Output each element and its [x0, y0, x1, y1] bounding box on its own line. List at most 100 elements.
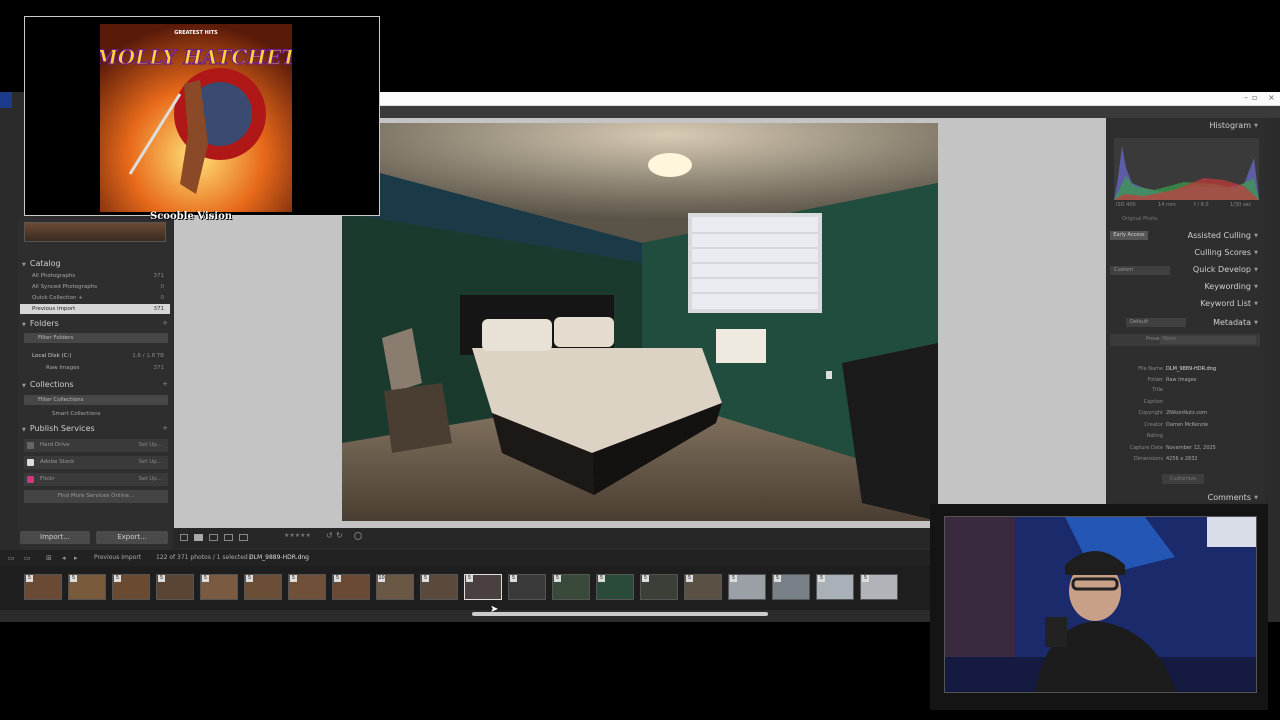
filmstrip-thumbnail[interactable]: 5	[24, 574, 62, 600]
filmstrip-thumbnail[interactable]: 5	[200, 574, 238, 600]
thumbnail-badge: 10	[378, 575, 385, 582]
metadata-title[interactable]: Title	[1114, 385, 1259, 395]
service-hard-drive[interactable]: Hard Drive Set Up...	[24, 439, 168, 452]
catalog-item-synced[interactable]: All Synced Photographs 0	[20, 282, 170, 292]
collapse-triangle-icon: ▼	[22, 383, 26, 389]
service-flickr[interactable]: Flickr Set Up...	[24, 473, 168, 486]
filmstrip-scrollbar[interactable]	[472, 612, 768, 616]
metadata-creator[interactable]: Creator Darren McKenzie	[1114, 420, 1259, 430]
survey-view-icon[interactable]	[224, 534, 233, 541]
thumbnail-badge: 5	[70, 575, 77, 582]
filmstrip-thumbnail[interactable]: 5	[728, 574, 766, 600]
catalog-header[interactable]: ▼ Catalog	[18, 257, 172, 270]
filmstrip-thumbnail[interactable]: 5	[596, 574, 634, 600]
metadata-capture-date[interactable]: Capture Date November 12, 2025	[1114, 443, 1259, 453]
metadata-file-name[interactable]: File Name DLM_9889-HDR.dng	[1114, 364, 1259, 374]
loupe-view-icon[interactable]	[194, 534, 203, 541]
keywording-header[interactable]: Keywording ▼	[1106, 280, 1261, 294]
filmstrip-thumbnail[interactable]: 5	[332, 574, 370, 600]
filmstrip-thumbnail[interactable]: 5	[860, 574, 898, 600]
find-more-services-button[interactable]: Find More Services Online...	[24, 490, 168, 503]
album-title-text: MOLLY HATCHET	[100, 45, 292, 69]
grid-icon[interactable]: ⊞	[46, 550, 52, 566]
filmstrip-source[interactable]: Previous Import	[94, 550, 141, 566]
add-folder-icon[interactable]: +	[162, 317, 168, 330]
desktop-file-icon[interactable]	[0, 92, 12, 108]
forward-arrow-icon[interactable]: ▸	[74, 550, 78, 566]
album-cover-art: GREATEST HITS MOLLY HATCHET	[100, 24, 292, 212]
filmstrip-thumbnail[interactable]: 5	[772, 574, 810, 600]
publish-services-header[interactable]: ▼ Publish Services +	[18, 422, 172, 435]
preset-select[interactable]: None	[1160, 336, 1256, 344]
service-adobe-stock[interactable]: Adobe Stock Set Up...	[24, 456, 168, 469]
metadata-caption[interactable]: Caption	[1114, 397, 1259, 407]
filmstrip-thumbnail[interactable]: 5	[156, 574, 194, 600]
main-display-icon[interactable]: ▭	[24, 550, 31, 566]
people-view-icon[interactable]	[239, 534, 248, 541]
add-collection-icon[interactable]: +	[162, 378, 168, 391]
smart-collections-item[interactable]: Smart Collections	[20, 409, 170, 419]
keyword-list-header[interactable]: Keyword List ▼	[1106, 297, 1261, 311]
minimize-button[interactable]: –	[1244, 93, 1248, 102]
comments-header[interactable]: Comments ▼	[1106, 491, 1261, 505]
quick-develop-header[interactable]: Quick Develop ▼	[1106, 263, 1261, 277]
filmstrip-thumbnail[interactable]: 5	[68, 574, 106, 600]
import-button[interactable]: Import...	[20, 531, 90, 544]
close-button[interactable]: ×	[1268, 93, 1275, 102]
folder-raw-images[interactable]: Raw Images 371	[20, 363, 170, 373]
main-photo-bedroom[interactable]	[342, 123, 938, 521]
metadata-copyright[interactable]: Copyright 2NikonNutz.com	[1114, 408, 1259, 418]
collections-header[interactable]: ▼ Collections +	[18, 378, 172, 391]
original-photo-label: Original Photo	[1122, 216, 1158, 222]
filmstrip-thumbnail[interactable]: 5	[552, 574, 590, 600]
metadata-folder[interactable]: Folder Raw Images	[1114, 375, 1259, 385]
filmstrip-thumbnail[interactable]: 10	[376, 574, 414, 600]
volume-local-disk[interactable]: Local Disk (C:) 1.6 / 1.8 TB	[20, 351, 170, 361]
histogram-graph[interactable]	[1114, 138, 1259, 200]
folders-header[interactable]: ▼ Folders +	[18, 317, 172, 330]
rating-stars[interactable]: ★★★★★	[284, 532, 311, 539]
customize-button[interactable]: Customize	[1162, 474, 1204, 484]
filmstrip-thumbnail[interactable]: 5	[816, 574, 854, 600]
histogram-header[interactable]: Histogram ▼	[1106, 119, 1261, 133]
back-arrow-icon[interactable]: ◂	[62, 550, 66, 566]
assisted-culling-header[interactable]: Assisted Culling ▼	[1106, 229, 1261, 243]
collapse-triangle-icon: ▼	[1254, 495, 1258, 501]
filmstrip-thumbnail[interactable]: 5	[244, 574, 282, 600]
compare-view-icon[interactable]	[209, 534, 218, 541]
culling-scores-header[interactable]: Culling Scores ▼	[1106, 246, 1261, 260]
export-button[interactable]: Export...	[96, 531, 168, 544]
metadata-rating[interactable]: Rating	[1114, 431, 1259, 441]
thumbnail-badge: 5	[422, 575, 429, 582]
loupe-toolbar: ★★★★★ ↺ ↻	[174, 528, 934, 548]
catalog-item-quick-collection[interactable]: Quick Collection +0	[20, 293, 170, 303]
filter-collections-input[interactable]: Filter Collections	[24, 395, 168, 405]
filmstrip-thumbnail[interactable]: 5	[464, 574, 502, 600]
filmstrip-selected-file: DLM_9889-HDR.dng	[249, 554, 309, 561]
maximize-button[interactable]: ▫	[1252, 93, 1257, 102]
flickr-icon	[27, 476, 34, 483]
bedroom-photo	[342, 123, 938, 521]
metadata-dimensions[interactable]: Dimensions 4256 x 2832	[1114, 454, 1259, 464]
catalog-item-all-photographs[interactable]: All Photographs 371	[20, 271, 170, 281]
preset-row[interactable]: Preset None	[1110, 334, 1260, 346]
collapse-triangle-icon: ▼	[22, 322, 26, 328]
filmstrip-thumbnail[interactable]: 5	[640, 574, 678, 600]
grid-view-icon[interactable]	[180, 534, 188, 541]
filmstrip-thumbnail[interactable]: 5	[420, 574, 458, 600]
secondary-display-icon[interactable]: ▭	[8, 550, 15, 566]
identity-plate-bar	[378, 106, 1280, 118]
settings-icon[interactable]	[354, 532, 362, 540]
filmstrip-thumbnail[interactable]: 5	[508, 574, 546, 600]
filmstrip-thumbnail[interactable]: 5	[684, 574, 722, 600]
filter-folders-input[interactable]: Filter Folders	[24, 333, 168, 343]
add-service-icon[interactable]: +	[162, 422, 168, 435]
navigator-preview[interactable]	[24, 222, 166, 242]
rotate-left-icon[interactable]: ↺	[326, 531, 333, 540]
window-titlebar: – ▫ ×	[378, 92, 1280, 106]
rotate-right-icon[interactable]: ↻	[336, 531, 343, 540]
catalog-item-previous-import[interactable]: Previous Import 371	[20, 304, 170, 314]
filmstrip-thumbnail[interactable]: 5	[288, 574, 326, 600]
metadata-header[interactable]: Metadata ▼	[1106, 316, 1261, 330]
filmstrip-thumbnail[interactable]: 5	[112, 574, 150, 600]
